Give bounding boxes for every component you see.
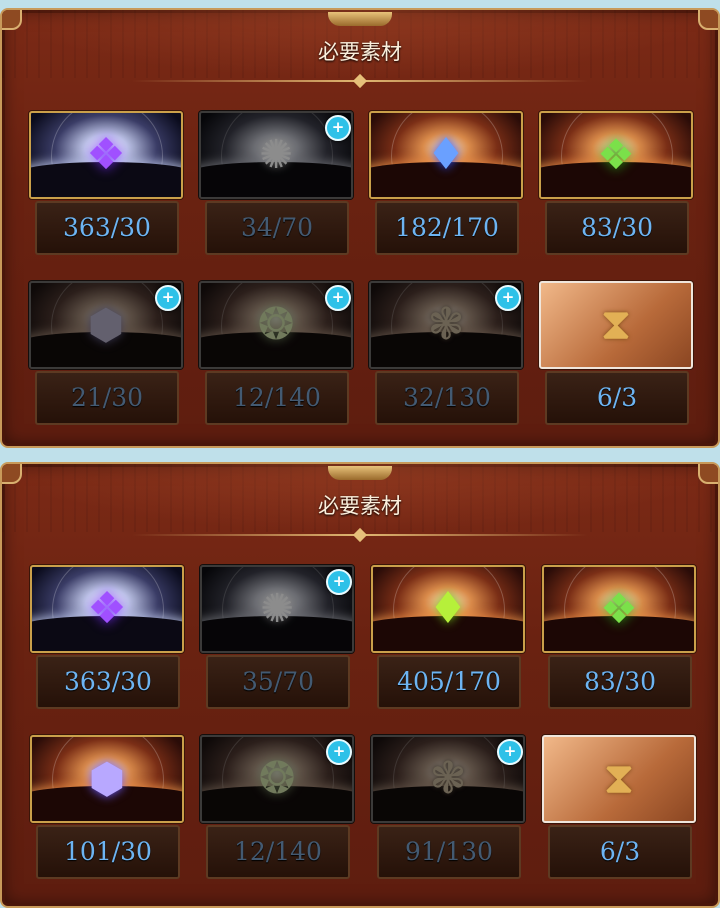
panel-ornament: [328, 12, 392, 26]
material-count: 91/130: [377, 825, 521, 879]
zoom-icon[interactable]: +: [326, 569, 352, 595]
material-count: 405/170: [377, 655, 521, 709]
green-crystal-icon: ❖: [539, 111, 693, 199]
panel-ornament: [328, 466, 392, 480]
material-item[interactable]: ❖ 363/30: [29, 111, 185, 261]
purple-crystal-icon: ❖: [29, 111, 183, 199]
material-item[interactable]: ❃ + 91/130: [371, 735, 527, 885]
material-count: 34/70: [205, 201, 349, 255]
material-count: 83/30: [548, 655, 692, 709]
green-prism-icon: ♦: [371, 565, 525, 653]
zoom-icon[interactable]: +: [325, 115, 351, 141]
material-item[interactable]: ⬢ + 21/30: [29, 281, 185, 431]
material-count: 35/70: [206, 655, 350, 709]
material-item[interactable]: ❖ 83/30: [542, 565, 698, 715]
material-item[interactable]: ✺ + 35/70: [200, 565, 356, 715]
green-crystal-icon: ❖: [542, 565, 696, 653]
title-divider: [132, 80, 588, 82]
materials-panel-2: 必要素材 ❖ 363/30 ✺ + 35/70 ♦ 405/170 ❖ 83/3…: [0, 462, 720, 908]
zoom-icon[interactable]: +: [155, 285, 181, 311]
zoom-icon[interactable]: +: [326, 739, 352, 765]
panel-title: 必要素材: [318, 40, 402, 64]
material-item[interactable]: ❂ + 12/140: [199, 281, 355, 431]
hexagon-shield-icon: ⬢: [30, 735, 184, 823]
material-count: 363/30: [35, 201, 179, 255]
panel-corner: [2, 10, 22, 30]
material-item[interactable]: ✺ + 34/70: [199, 111, 355, 261]
panel-corner: [698, 464, 718, 484]
hourglass-icon: ⧗: [539, 281, 693, 369]
material-count: 6/3: [545, 371, 689, 425]
zoom-icon[interactable]: +: [325, 285, 351, 311]
material-count: 12/140: [206, 825, 350, 879]
materials-panel-1: 必要素材 ❖ 363/30 ✺ + 34/70 ♦ 182/170 ❖ 83/3…: [0, 8, 720, 448]
material-count: 182/170: [375, 201, 519, 255]
material-item[interactable]: ❖ 83/30: [539, 111, 695, 261]
material-count: 101/30: [36, 825, 180, 879]
zoom-icon[interactable]: +: [495, 285, 521, 311]
panel-corner: [698, 10, 718, 30]
material-item[interactable]: ♦ 405/170: [371, 565, 527, 715]
hourglass-icon: ⧗: [542, 735, 696, 823]
material-item[interactable]: ❃ + 32/130: [369, 281, 525, 431]
material-item[interactable]: ⬢ 101/30: [30, 735, 186, 885]
panel-title: 必要素材: [318, 494, 402, 518]
material-count: 6/3: [548, 825, 692, 879]
zoom-icon[interactable]: +: [497, 739, 523, 765]
material-item[interactable]: ⧗ 6/3: [542, 735, 698, 885]
material-count: 32/130: [375, 371, 519, 425]
material-item[interactable]: ⧗ 6/3: [539, 281, 695, 431]
material-item[interactable]: ❂ + 12/140: [200, 735, 356, 885]
material-count: 83/30: [545, 201, 689, 255]
title-divider: [132, 534, 588, 536]
purple-crystal-icon: ❖: [30, 565, 184, 653]
material-item[interactable]: ♦ 182/170: [369, 111, 525, 261]
material-count: 21/30: [35, 371, 179, 425]
material-count: 12/140: [205, 371, 349, 425]
material-item[interactable]: ❖ 363/30: [30, 565, 186, 715]
material-count: 363/30: [36, 655, 180, 709]
blue-prism-icon: ♦: [369, 111, 523, 199]
panel-corner: [2, 464, 22, 484]
